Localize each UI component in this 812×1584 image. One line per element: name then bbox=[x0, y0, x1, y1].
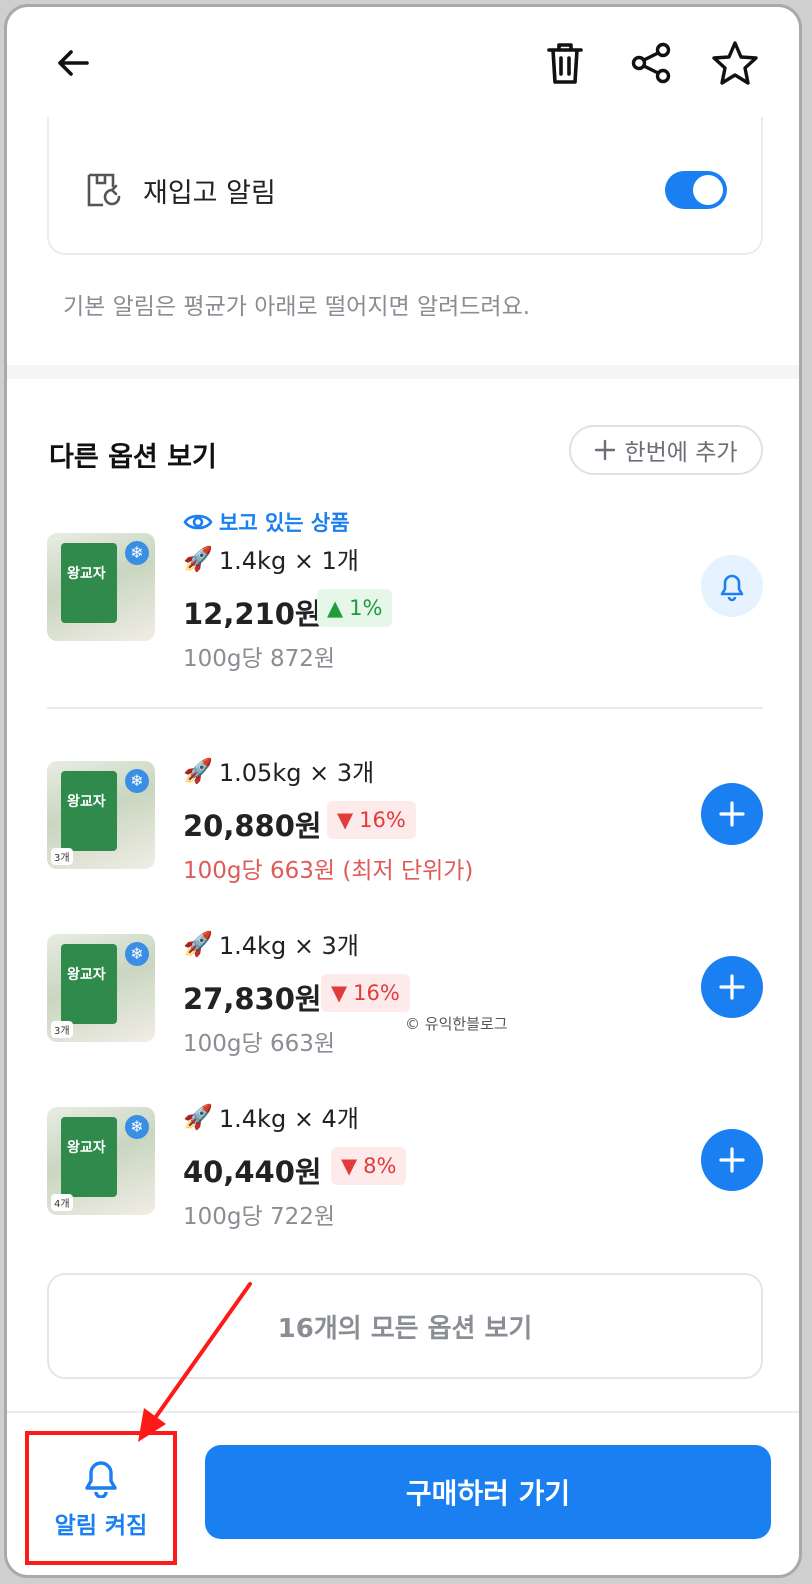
product-thumbnail: 왕교자 ❄ bbox=[47, 533, 155, 641]
app-screen: 재입고 알림 기본 알림은 평균가 아래로 떨어지면 알려드려요. 다른 옵션 … bbox=[4, 4, 802, 1578]
share-icon bbox=[631, 42, 671, 84]
view-all-options-button[interactable]: 16개의 모든 옵션 보기 bbox=[47, 1273, 763, 1379]
package-text: 왕교자 bbox=[67, 566, 106, 582]
add-option-button[interactable] bbox=[701, 1129, 763, 1191]
spec-text: 1.4kg × 4개 bbox=[218, 1105, 359, 1133]
price-change-badge: ▼ 16% bbox=[321, 974, 410, 1012]
arrow-left-icon bbox=[58, 50, 89, 76]
plus-icon bbox=[719, 1147, 745, 1173]
package-text: 왕교자 bbox=[67, 1140, 106, 1156]
alarm-label: 알림 켜짐 bbox=[54, 1513, 148, 1539]
section-title: 다른 옵션 보기 bbox=[49, 442, 217, 473]
rocket-icon: 🚀 bbox=[183, 1102, 213, 1131]
package-image bbox=[61, 543, 117, 623]
spec-text: 1.4kg × 1개 bbox=[218, 547, 359, 575]
count-tag: 3개 bbox=[51, 848, 73, 865]
rocket-icon: 🚀 bbox=[183, 544, 213, 573]
restock-label: 재입고 알림 bbox=[143, 178, 276, 209]
option-spec: 🚀 1.4kg × 4개 bbox=[183, 1099, 359, 1134]
add-option-button[interactable] bbox=[701, 956, 763, 1018]
option-item[interactable]: 왕교자 ❄ 3개 🚀 1.4kg × 3개 27,830원 ▼ 16% 100g… bbox=[7, 926, 799, 1096]
plus-icon bbox=[595, 439, 616, 461]
option-price: 40,440원 bbox=[183, 1155, 322, 1189]
option-item[interactable]: 왕교자 ❄ 4개 🚀 1.4kg × 4개 40,440원 ▼ 8% 100g당… bbox=[7, 1099, 799, 1269]
package-text: 왕교자 bbox=[67, 967, 106, 983]
trash-icon bbox=[547, 43, 583, 84]
add-option-button[interactable] bbox=[701, 783, 763, 845]
option-spec: 🚀 1.05kg × 3개 bbox=[183, 753, 374, 788]
price-alert-button[interactable] bbox=[701, 555, 763, 617]
rocket-icon: 🚀 bbox=[183, 929, 213, 958]
package-image bbox=[61, 1117, 117, 1197]
count-tag: 4개 bbox=[51, 1194, 73, 1211]
change-value: 16% bbox=[359, 808, 406, 832]
triangle-up-icon: ▲ bbox=[327, 596, 344, 620]
change-value: 1% bbox=[349, 596, 383, 620]
unit-price: 100g당 663원 bbox=[183, 1031, 336, 1057]
watermark: © 유익한블로그 bbox=[405, 1015, 508, 1033]
package-image bbox=[61, 944, 117, 1024]
add-all-label: 한번에 추가 bbox=[624, 440, 738, 466]
top-bar bbox=[7, 7, 799, 117]
package-image bbox=[61, 771, 117, 851]
buy-button[interactable]: 구매하러 가기 bbox=[205, 1445, 771, 1539]
share-button[interactable] bbox=[625, 37, 677, 89]
option-price: 12,210원 bbox=[183, 597, 322, 631]
triangle-down-icon: ▼ bbox=[331, 981, 348, 1005]
option-item[interactable]: 보고 있는 상품 왕교자 ❄ 🚀 1.4kg × 1개 12,210원 ▲ 1%… bbox=[7, 503, 799, 673]
box-refresh-icon bbox=[87, 173, 121, 207]
section-divider bbox=[7, 365, 799, 379]
delete-button[interactable] bbox=[539, 37, 591, 89]
product-thumbnail: 왕교자 ❄ 3개 bbox=[47, 934, 155, 1042]
change-value: 8% bbox=[363, 1154, 397, 1178]
product-thumbnail: 왕교자 ❄ 4개 bbox=[47, 1107, 155, 1215]
snowflake-icon: ❄ bbox=[125, 942, 149, 966]
back-button[interactable] bbox=[47, 37, 99, 89]
snowflake-icon: ❄ bbox=[125, 769, 149, 793]
triangle-down-icon: ▼ bbox=[341, 1154, 358, 1178]
spec-text: 1.05kg × 3개 bbox=[218, 759, 375, 787]
price-change-badge: ▲ 1% bbox=[317, 589, 393, 627]
star-icon bbox=[712, 41, 758, 85]
restock-toggle[interactable] bbox=[665, 171, 727, 209]
viewing-tag: 보고 있는 상품 bbox=[183, 507, 350, 537]
unit-price: 100g당 663원 (최저 단위가) bbox=[183, 858, 474, 884]
unit-price: 100g당 722원 bbox=[183, 1204, 336, 1230]
bell-icon bbox=[720, 574, 744, 602]
triangle-down-icon: ▼ bbox=[337, 808, 354, 832]
alarm-toggle-button[interactable]: 알림 켜짐 bbox=[25, 1431, 177, 1565]
eye-icon bbox=[183, 514, 213, 530]
alert-hint-text: 기본 알림은 평균가 아래로 떨어지면 알려드려요. bbox=[63, 294, 531, 320]
item-divider bbox=[47, 707, 763, 709]
snowflake-icon: ❄ bbox=[125, 541, 149, 565]
plus-icon bbox=[719, 801, 745, 827]
price-change-badge: ▼ 16% bbox=[327, 801, 416, 839]
count-tag: 3개 bbox=[51, 1021, 73, 1038]
option-item[interactable]: 왕교자 ❄ 3개 🚀 1.05kg × 3개 20,880원 ▼ 16% 100… bbox=[7, 753, 799, 923]
unit-price: 100g당 872원 bbox=[183, 646, 336, 672]
price-change-badge: ▼ 8% bbox=[331, 1147, 407, 1185]
option-price: 20,880원 bbox=[183, 809, 322, 843]
plus-icon bbox=[719, 974, 745, 1000]
restock-alert-card: 재입고 알림 bbox=[47, 117, 763, 255]
bell-icon bbox=[85, 1461, 117, 1498]
spec-text: 1.4kg × 3개 bbox=[218, 932, 359, 960]
option-spec: 🚀 1.4kg × 1개 bbox=[183, 541, 359, 576]
bottom-action-bar: 알림 켜짐 구매하러 가기 bbox=[7, 1411, 799, 1575]
change-value: 16% bbox=[353, 981, 400, 1005]
product-thumbnail: 왕교자 ❄ 3개 bbox=[47, 761, 155, 869]
rocket-icon: 🚀 bbox=[183, 756, 213, 785]
package-text: 왕교자 bbox=[67, 794, 106, 810]
option-price: 27,830원 bbox=[183, 982, 322, 1016]
favorite-button[interactable] bbox=[709, 37, 761, 89]
option-spec: 🚀 1.4kg × 3개 bbox=[183, 926, 359, 961]
add-all-button[interactable]: 한번에 추가 bbox=[569, 425, 763, 475]
toggle-knob bbox=[693, 175, 723, 205]
viewing-label: 보고 있는 상품 bbox=[219, 511, 350, 535]
snowflake-icon: ❄ bbox=[125, 1115, 149, 1139]
